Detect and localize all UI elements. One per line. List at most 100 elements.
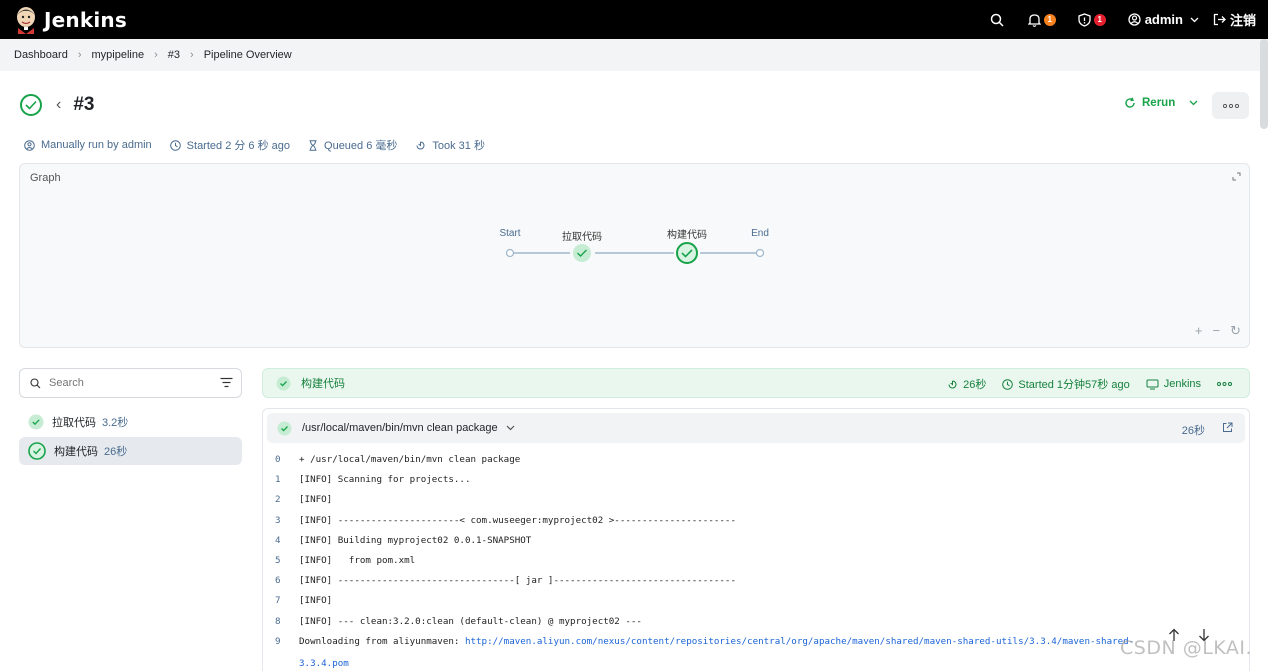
search-icon (30, 377, 41, 388)
notifications-badge: 1 (1043, 13, 1056, 26)
clock-icon (1002, 378, 1014, 390)
meta-took: Took 31 秒 (415, 137, 485, 153)
success-icon (28, 414, 44, 430)
log-link-continued[interactable]: 3.3.4.pom (299, 658, 349, 669)
page-title: #3 (73, 94, 95, 115)
ellipsis-icon (1222, 103, 1239, 108)
search-input[interactable] (49, 377, 199, 389)
success-status-icon (20, 94, 42, 116)
chevron-right-icon: › (154, 49, 158, 61)
stage-started: Started 1分钟57秒 ago (1002, 376, 1130, 392)
log-scroll-controls (1168, 628, 1210, 642)
stage-detail-title: 构建代码 (301, 378, 345, 390)
step-command: /usr/local/maven/bin/mvn clean package (302, 422, 498, 434)
arrow-down-icon[interactable] (1198, 628, 1210, 642)
log-line: 5 [INFO] from pom.xml (275, 554, 416, 566)
graph-label-start: Start (499, 228, 521, 239)
log-line: 2 [INFO] (275, 494, 333, 506)
jenkins-logo[interactable]: Jenkins (14, 6, 127, 34)
step-header[interactable]: /usr/local/maven/bin/mvn clean package 2… (267, 413, 1245, 443)
user-menu[interactable]: admin (1128, 12, 1199, 27)
stage-more-button[interactable] (1217, 382, 1237, 386)
console-log: 0 + /usr/local/maven/bin/mvn clean packag… (275, 454, 1134, 648)
log-line: 8 [INFO] --- clean:3.2.0:clean (default-c… (275, 615, 642, 627)
step-panel: /usr/local/maven/bin/mvn clean package 2… (262, 408, 1250, 671)
bell-icon (1027, 13, 1041, 27)
notifications-button[interactable]: 1 (1027, 13, 1056, 27)
graph-node-start (505, 248, 515, 258)
ellipsis-icon (1217, 382, 1232, 386)
stage-duration: 26秒 (947, 376, 986, 392)
chevron-right-icon: › (77, 49, 82, 61)
logout-icon (1213, 13, 1226, 26)
reset-zoom-icon[interactable]: ↻ (1230, 323, 1241, 339)
pipeline-graph[interactable]: Graph Start 拉取代码 构建代码 End + − ↻ (19, 163, 1250, 348)
search-icon (990, 13, 1004, 27)
page-scrollbar[interactable] (1260, 39, 1268, 129)
timer-icon (416, 141, 425, 149)
chevron-down-icon[interactable] (1189, 100, 1198, 106)
log-line: 3 [INFO] ----------------------< com.wuse… (275, 514, 736, 526)
logout-label: 注销 (1229, 13, 1256, 28)
more-actions-button[interactable] (1212, 92, 1249, 119)
graph-controls: + − ↻ (1195, 323, 1241, 339)
run-meta: Manually run by admin Started 2 分 6 秒 ag… (24, 137, 503, 153)
zoom-in-icon[interactable]: + (1195, 323, 1203, 339)
log-line: 4 [INFO] Building myproject02 0.0.1-SNAPS… (275, 534, 532, 546)
breadcrumb-build[interactable]: #3 (168, 49, 180, 61)
user-icon (1128, 13, 1141, 26)
hourglass-icon (309, 139, 317, 151)
computer-icon (1146, 379, 1159, 389)
stage-agent[interactable]: Jenkins (1146, 378, 1201, 390)
jenkins-butler-icon (14, 6, 38, 34)
security-badge: 1 (1093, 13, 1106, 26)
logout-button[interactable]: 注销 (1213, 10, 1256, 29)
meta-queued: Queued 6 毫秒 (308, 137, 397, 153)
timer-icon (948, 380, 957, 388)
chevron-right-icon: › (190, 49, 194, 61)
graph-node-stage (573, 244, 591, 262)
back-chevron-icon[interactable]: ‹ (56, 96, 61, 114)
step-duration: 26秒 (1181, 425, 1205, 437)
log-link[interactable]: http://maven.aliyun.com/nexus/content/re… (465, 636, 1134, 647)
graph-label-stage1[interactable]: 拉取代码 (562, 228, 602, 243)
rerun-icon (1125, 97, 1135, 108)
user-icon (24, 139, 35, 151)
stage-list-item[interactable]: 拉取代码 3.2秒 (19, 408, 242, 436)
meta-started: Started 2 分 6 秒 ago (169, 137, 290, 153)
success-icon (28, 442, 46, 460)
graph-canvas (505, 242, 765, 264)
breadcrumb-pipeline[interactable]: mypipeline (92, 49, 145, 61)
chevron-down-icon[interactable] (506, 425, 515, 431)
security-button[interactable]: 1 (1078, 12, 1106, 27)
stage-list-item-selected[interactable]: 构建代码 26秒 (19, 437, 242, 465)
log-line: 0 + /usr/local/maven/bin/mvn clean packag… (275, 454, 521, 465)
search-button[interactable] (990, 13, 1004, 27)
arrow-up-icon[interactable] (1168, 628, 1180, 642)
breadcrumb-overview[interactable]: Pipeline Overview (204, 49, 292, 61)
rerun-button[interactable]: Rerun (1124, 97, 1198, 109)
open-external-icon[interactable] (1222, 422, 1233, 433)
success-icon (276, 376, 291, 390)
filter-icon[interactable] (220, 377, 233, 388)
graph-label-stage2[interactable]: 构建代码 (667, 226, 707, 241)
rerun-label: Rerun (1142, 97, 1176, 109)
run-header: ‹ #3 (20, 94, 94, 116)
shield-icon (1078, 12, 1091, 27)
log-line: 1 [INFO] Scanning for projects... (275, 474, 471, 486)
stage-detail-header: 构建代码 26秒 Started 1分钟57秒 ago Jenkins (262, 368, 1250, 398)
app-title: Jenkins (44, 7, 127, 32)
stage-search[interactable] (19, 368, 242, 398)
graph-label-end: End (751, 228, 769, 239)
zoom-out-icon[interactable]: − (1213, 323, 1221, 339)
graph-node-stage-selected (676, 242, 698, 264)
chevron-down-icon (1190, 17, 1199, 22)
log-line: 7 [INFO] (275, 595, 333, 607)
breadcrumb-dashboard[interactable]: Dashboard (14, 49, 68, 61)
user-name: admin (1144, 12, 1183, 27)
success-icon (277, 421, 292, 435)
log-line: 9 Downloading from aliyunmaven: http://m… (275, 635, 1135, 647)
top-bar: Jenkins 1 1 admin 注销 (0, 0, 1268, 39)
graph-node-end (755, 248, 765, 258)
breadcrumb: Dashboard › mypipeline › #3 › Pipeline O… (0, 39, 1268, 71)
